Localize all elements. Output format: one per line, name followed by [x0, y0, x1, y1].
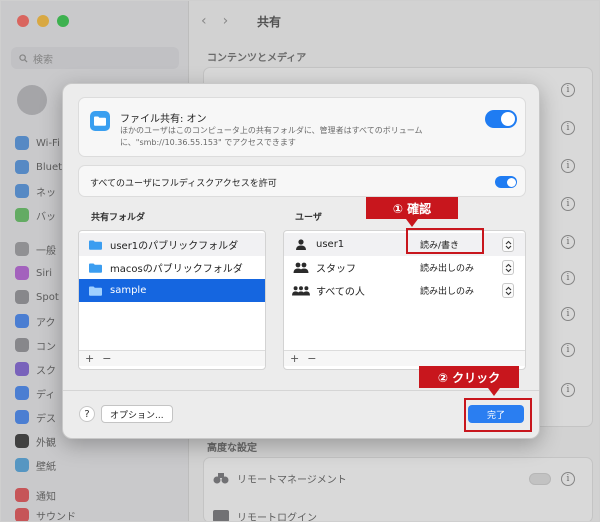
- list-item[interactable]: macosのパブリックフォルダ: [79, 256, 265, 279]
- shared-folders-list: user1のパブリックフォルダ macosのパブリックフォルダ sample: [78, 230, 266, 370]
- folder-name: sample: [110, 285, 147, 296]
- options-button[interactable]: オプション...: [101, 405, 173, 423]
- users-header: ユーザ: [295, 213, 322, 223]
- users-plus-minus: + −: [284, 350, 525, 366]
- table-row[interactable]: スタッフ 読み出しのみ: [284, 256, 525, 279]
- file-sharing-card: ファイル共有: オン ほかのユーザはこのコンピュータ上の共有フォルダに、管理者は…: [78, 97, 526, 157]
- full-disk-access-toggle[interactable]: [495, 176, 517, 188]
- list-item[interactable]: sample: [79, 279, 265, 302]
- file-sharing-toggle[interactable]: [485, 110, 517, 128]
- dialog-divider: [63, 390, 539, 391]
- folder-name: macosのパブリックフォルダ: [110, 264, 243, 275]
- add-folder-button[interactable]: +: [85, 352, 94, 365]
- folder-icon: [89, 240, 102, 250]
- annotation-step1-label: ① 確認: [366, 197, 458, 219]
- permission-label: 読み出しのみ: [420, 287, 475, 297]
- folder-icon: [89, 286, 102, 296]
- annotation-step1-box: [406, 228, 484, 254]
- user-name: すべての人: [316, 287, 365, 298]
- user-name: スタッフ: [316, 264, 356, 275]
- full-disk-access-card: すべてのユーザにフルディスクアクセスを許可: [78, 165, 526, 197]
- users-list: user1 読み/書き スタッフ 読み出しのみ すべての人 読み出しのみ: [283, 230, 526, 370]
- permission-popup[interactable]: [502, 283, 514, 298]
- remove-folder-button[interactable]: −: [102, 352, 111, 365]
- person-icon: [292, 239, 310, 250]
- user-name: user1: [316, 239, 345, 250]
- table-row[interactable]: すべての人 読み出しのみ: [284, 279, 525, 302]
- everyone-icon: [292, 285, 310, 296]
- file-sharing-title: ファイル共有: オン: [120, 114, 207, 125]
- list-item[interactable]: user1のパブリックフォルダ: [79, 233, 265, 256]
- annotation-step1-arrow: [406, 219, 418, 227]
- permission-popup[interactable]: [502, 260, 514, 275]
- file-sharing-description: ほかのユーザはこのコンピュータ上の共有フォルダに、管理者はすべてのボリュームに、…: [120, 126, 423, 147]
- remove-user-button[interactable]: −: [307, 352, 316, 365]
- permission-popup[interactable]: [502, 237, 514, 252]
- annotation-step2-box: [464, 398, 532, 432]
- permission-label: 読み出しのみ: [420, 264, 475, 274]
- folder-icon: [89, 263, 102, 273]
- help-button[interactable]: ?: [79, 406, 95, 422]
- group-icon: [292, 262, 310, 273]
- table-row[interactable]: user1 読み/書き: [284, 233, 525, 256]
- folders-plus-minus: + −: [79, 350, 265, 366]
- file-sharing-icon: [90, 111, 110, 131]
- annotation-step2-label: ② クリック: [419, 366, 519, 388]
- shared-folders-header: 共有フォルダ: [91, 213, 146, 223]
- system-settings-window: 検索 Wi-Fi Bluet ネッ バッ 一般 Siri Spot アク コン …: [0, 0, 600, 522]
- full-disk-access-label: すべてのユーザにフルディスクアクセスを許可: [90, 179, 277, 189]
- annotation-step2-arrow: [488, 388, 500, 396]
- folder-name: user1のパブリックフォルダ: [110, 241, 239, 252]
- add-user-button[interactable]: +: [290, 352, 299, 365]
